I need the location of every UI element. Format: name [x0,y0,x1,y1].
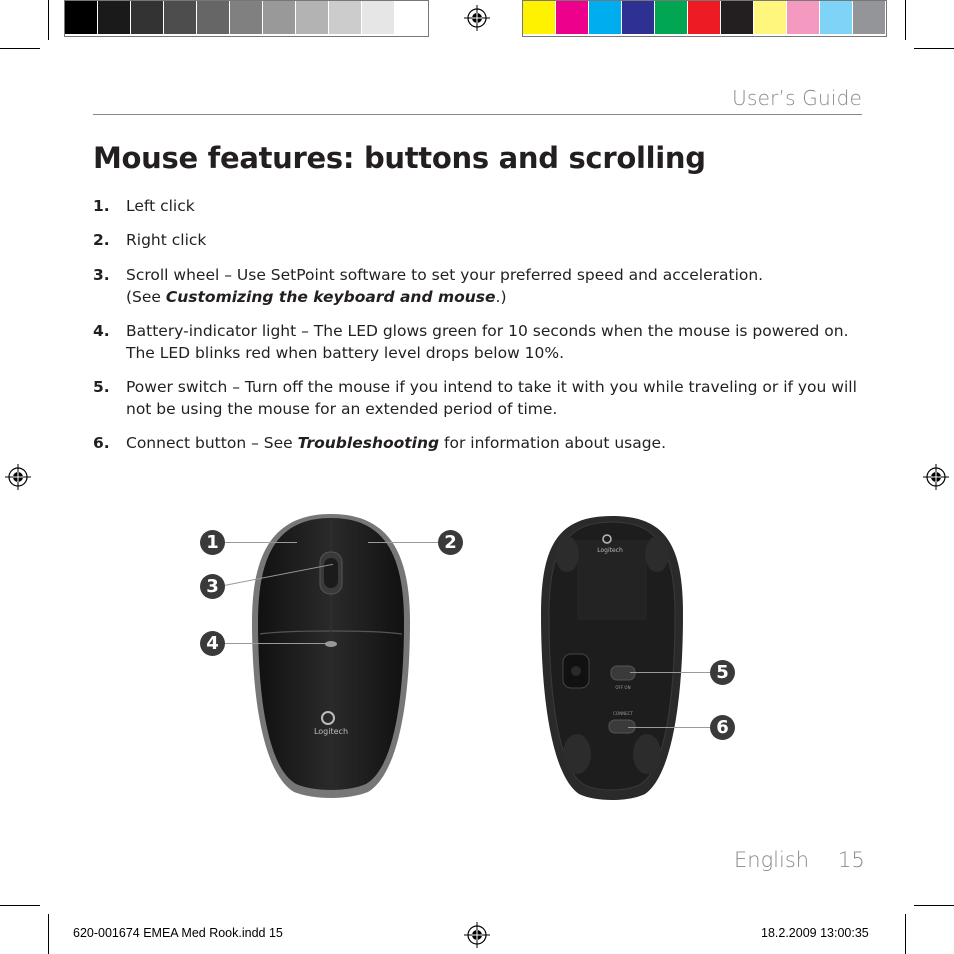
item-text-line2: The LED blinks red when battery level dr… [126,344,565,362]
item-number: 6. [93,434,110,452]
item-text: Right click [126,231,207,249]
color-swatch [98,1,131,34]
item-text: Battery-indicator light – The LED glows … [126,322,849,340]
item-number: 5. [93,378,110,396]
registration-mark-icon [923,464,949,490]
callout-leader [224,643,328,644]
list-item: 2. Right click [93,229,863,251]
callout-leader [225,542,297,543]
text: for information about usage. [439,434,667,452]
color-swatch [197,1,230,34]
mouse-bottom-view-illustration: OFF ON CONNECT Logitech [541,516,683,800]
color-swatch [556,1,589,34]
callout-2: 2 [438,530,463,555]
cross-reference-link[interactable]: Customizing the keyboard and mouse [166,288,496,306]
callout-4: 4 [200,631,225,656]
item-number: 1. [93,197,110,215]
color-bar [522,0,887,37]
color-swatch [362,1,395,34]
page-title: Mouse features: buttons and scrolling [93,141,706,175]
callout-3: 3 [200,574,225,599]
running-head: User’s Guide [732,86,862,110]
color-swatch [688,1,721,34]
item-text: Scroll wheel – Use SetPoint software to … [126,266,764,284]
list-item: 5. Power switch – Turn off the mouse if … [93,376,863,420]
callout-1: 1 [200,530,225,555]
color-swatch [721,1,754,34]
logitech-logo: Logitech [597,547,623,554]
color-swatch [853,1,886,34]
crop-mark [48,914,49,954]
color-swatch [523,1,556,34]
item-text: Power switch – Turn off the mouse if you… [126,378,857,396]
color-swatch [131,1,164,34]
list-item: 1. Left click [93,195,863,217]
item-text-line2: not be using the mouse for an extended p… [126,400,558,418]
list-item: 6. Connect button – See Troubleshooting … [93,432,863,454]
item-number: 2. [93,231,110,249]
crop-mark [914,905,954,906]
list-item: 4. Battery-indicator light – The LED glo… [93,320,863,364]
text: Connect button – See [126,434,298,452]
text: .) [495,288,507,306]
item-text: Left click [126,197,195,215]
crop-mark [905,914,906,954]
callout-5: 5 [710,660,735,685]
text: (See [126,288,166,306]
callout-leader [368,542,438,543]
slug-filename: 620-001674 EMEA Med Rook.indd 15 [73,926,283,940]
color-swatch [589,1,622,34]
registration-mark-icon [464,5,490,31]
grayscale-bar [64,0,429,37]
color-swatch [65,1,98,34]
item-number: 3. [93,266,110,284]
header-rule [93,114,862,115]
item-number: 4. [93,322,110,340]
crop-mark [48,0,49,40]
power-switch-label: OFF ON [615,685,630,690]
color-swatch [329,1,362,34]
callout-leader [628,727,710,728]
cross-reference-link[interactable]: Troubleshooting [298,434,440,452]
color-swatch [622,1,655,34]
callout-leader [630,672,710,673]
color-swatch [787,1,820,34]
color-swatch [655,1,688,34]
crop-mark [905,0,906,40]
logitech-logo: Logitech [314,727,348,736]
registration-mark-icon [464,922,490,948]
color-swatch [395,1,428,34]
footer-language: English [734,848,810,872]
color-swatch [754,1,787,34]
item-text: Connect button – See Troubleshooting for… [126,432,863,454]
color-swatch [296,1,329,34]
color-swatch [263,1,296,34]
color-swatch [230,1,263,34]
color-swatch [820,1,853,34]
crop-mark [914,48,954,49]
list-item: 3. Scroll wheel – Use SetPoint software … [93,264,863,308]
item-text-line2: (See Customizing the keyboard and mouse.… [126,286,863,308]
mouse-top-view-illustration: Logitech [252,514,410,798]
page-number: 15 [838,848,865,872]
color-swatch [164,1,197,34]
connect-label: CONNECT [613,711,633,716]
crop-mark [0,905,40,906]
registration-mark-icon [5,464,31,490]
crop-mark [0,48,40,49]
callout-6: 6 [710,715,735,740]
slug-datetime: 18.2.2009 13:00:35 [761,926,869,940]
